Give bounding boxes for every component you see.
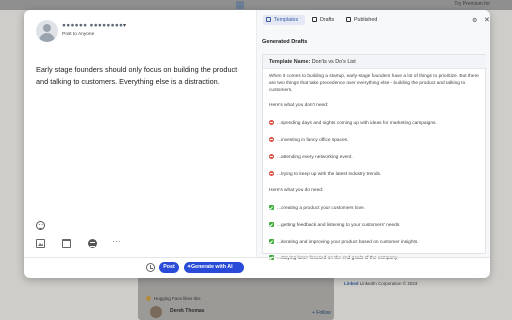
tab-templates[interactable]: Templates	[263, 15, 305, 25]
list-item: ...iterating and improving your product …	[269, 239, 419, 246]
gear-icon[interactable]: ⚙	[472, 17, 477, 24]
dont-heading: Here's what you don't need:	[269, 103, 329, 108]
check-icon	[269, 239, 274, 244]
footer-divider	[24, 257, 490, 258]
draft-card[interactable]: Template Name: Don'ts vs Do's List When …	[262, 54, 487, 261]
no-entry-icon	[269, 171, 274, 176]
list-item: ...investing in fancy office spaces.	[269, 137, 348, 144]
tab-drafts[interactable]: Drafts	[309, 15, 340, 25]
do-heading: Here's what you do need:	[269, 188, 324, 193]
check-icon	[269, 205, 274, 210]
drafts-icon	[312, 16, 317, 22]
no-entry-icon	[269, 137, 274, 142]
template-name: Don'ts vs Do's List	[311, 59, 356, 65]
emoji-icon[interactable]	[36, 221, 45, 230]
no-entry-icon	[269, 120, 274, 125]
draft-card-header: Template Name: Don'ts vs Do's List	[263, 55, 487, 69]
drafts-panel: Templates Drafts Published ⚙ ✕ Generated…	[256, 10, 490, 261]
avatar[interactable]	[36, 20, 58, 42]
section-title: Generated Drafts	[262, 39, 308, 45]
list-item: ...spending days and nights coming up wi…	[269, 120, 437, 127]
linkedin-top-bar	[0, 0, 512, 10]
post-composer-modal: ●●●●●● ●●●●●●●● ▾ Post to Anyone Early s…	[24, 10, 490, 278]
footer-brand: Linked	[344, 281, 359, 286]
linkedin-logo-icon	[236, 1, 244, 9]
calendar-icon[interactable]	[62, 239, 71, 248]
no-entry-icon	[269, 154, 274, 159]
chevron-down-icon[interactable]: ▾	[123, 22, 126, 29]
photo-icon[interactable]	[36, 239, 45, 248]
more-icon[interactable]: ···	[112, 238, 121, 248]
magic-wand-icon: ✦	[187, 264, 192, 270]
post-editor[interactable]: Early stage founders should only focus o…	[36, 64, 250, 87]
post-author-avatar	[150, 306, 162, 318]
list-item: ...creating a product your customers lov…	[269, 205, 365, 212]
composer-pane: ●●●●●● ●●●●●●●● ▾ Post to Anyone Early s…	[24, 10, 256, 278]
list-item: ...attending every networking event.	[269, 154, 353, 161]
feed-header-text: Hugging Face likes this	[154, 296, 201, 301]
company-logo-icon	[146, 296, 151, 302]
celebrate-icon[interactable]	[88, 239, 97, 248]
linkedin-footer: Linked LinkedIn Corporation © 2023	[344, 281, 417, 286]
draft-intro: When it comes to building a startup, ear…	[269, 74, 479, 94]
generate-label: Generate with AI	[191, 264, 233, 270]
template-label: Template Name:	[269, 59, 311, 65]
post-button[interactable]: Post	[159, 262, 179, 273]
tab-published[interactable]: Published	[343, 15, 387, 25]
check-icon	[269, 222, 274, 227]
list-item: ...trying to keep up with the latest ind…	[269, 171, 381, 178]
schedule-clock-icon[interactable]	[146, 263, 155, 272]
post-author-name: Derek Thomas	[170, 308, 205, 314]
list-item: ...getting feedback and listening to you…	[269, 222, 401, 229]
close-icon[interactable]: ✕	[484, 16, 490, 24]
generate-with-ai-button[interactable]: ✦ Generate with AI	[184, 262, 244, 273]
premium-link: Try Premium for	[454, 1, 490, 7]
follow-button: + Follow	[312, 310, 331, 316]
template-icon	[266, 16, 271, 22]
footer-copyright: LinkedIn Corporation © 2023	[359, 281, 418, 286]
published-icon	[346, 16, 351, 22]
feed-header: Hugging Face likes this	[146, 296, 201, 302]
user-name[interactable]: ●●●●●● ●●●●●●●●	[62, 22, 123, 29]
audience-selector[interactable]: Post to Anyone	[62, 32, 94, 37]
